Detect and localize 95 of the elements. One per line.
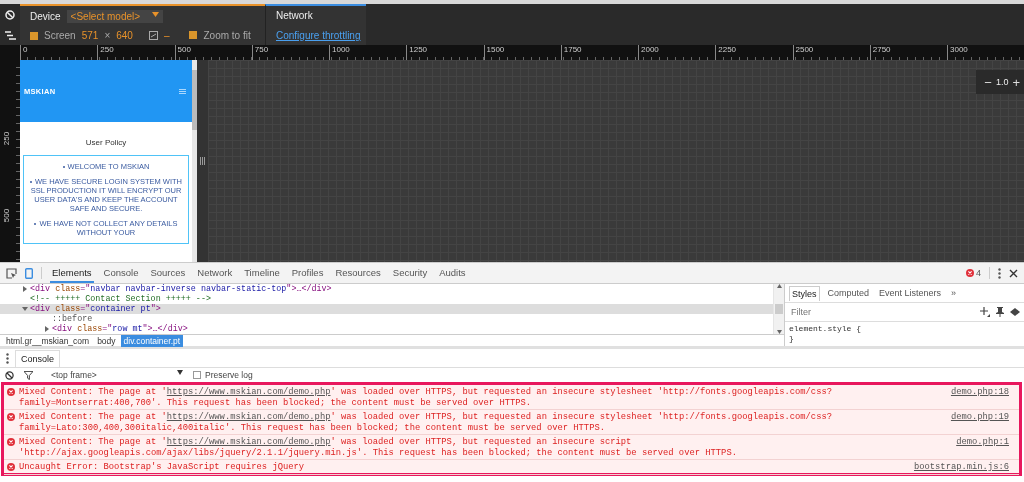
- breadcrumb[interactable]: body: [94, 335, 119, 347]
- checkbox[interactable]: [30, 31, 38, 40]
- ruler-label: 1750: [563, 45, 582, 54]
- scroll-thumb[interactable]: [775, 304, 783, 314]
- more-options-icon[interactable]: [6, 352, 9, 364]
- panel-tab[interactable]: Timeline: [242, 263, 282, 283]
- ruler-label: 500: [177, 45, 191, 54]
- dom-node[interactable]: <div class="navbar navbar-inverse navbar-static-top">…</div>: [30, 284, 332, 294]
- ruler-label: 500: [2, 208, 12, 223]
- scroll-down-icon[interactable]: [776, 330, 782, 334]
- drawer-tab[interactable]: Console: [15, 349, 61, 367]
- more-tabs-button[interactable]: »: [949, 286, 959, 300]
- error-icon: [7, 388, 15, 396]
- dom-node[interactable]: ::before: [52, 314, 93, 324]
- element-state-icon[interactable]: [1010, 308, 1020, 316]
- panel-tab[interactable]: Resources: [333, 263, 383, 283]
- source-link[interactable]: demo.php:19: [927, 412, 1009, 433]
- new-rule-icon[interactable]: [980, 307, 990, 317]
- panel-tab[interactable]: Sources: [148, 263, 188, 283]
- scale-field[interactable]: –: [163, 30, 170, 42]
- ruler-label: 750: [254, 45, 269, 54]
- ruler-label: 2500: [795, 45, 814, 54]
- screen-label: Screen: [44, 30, 76, 42]
- swap-dimensions-icon[interactable]: [148, 31, 158, 41]
- media-queries-icon[interactable]: [4, 30, 16, 40]
- pin-icon[interactable]: [996, 307, 1004, 317]
- zoom-out-button[interactable]: −: [984, 74, 992, 90]
- error-icon: [7, 438, 15, 446]
- device-label: Device: [30, 10, 61, 22]
- console-message: Mixed Content: The page at 'https://www.mskian.com/demo.php' was loaded over HTTPS, but requested an insecure stylesheet 'http://fonts.googleapis.com/css?family=Montserrat:400,700'. This request has been blocked; the content must be served over HTTPS.: [19, 387, 833, 408]
- network-label: Network: [276, 10, 314, 22]
- ruler-label: 250: [2, 131, 12, 146]
- message-link[interactable]: https://www.mskian.com/demo.php: [166, 387, 331, 397]
- sidebar-tab[interactable]: Event Listeners: [877, 286, 944, 300]
- source-link[interactable]: bootstrap.min.js:6: [913, 462, 1009, 473]
- ruler-label: 1250: [409, 45, 428, 54]
- checkbox[interactable]: [189, 31, 198, 40]
- context-select[interactable]: <top frame>: [43, 370, 183, 380]
- ruler-label: 0: [23, 45, 28, 54]
- checkbox[interactable]: [193, 371, 201, 379]
- zoom-in-button[interactable]: +: [1012, 74, 1020, 90]
- scrollbar[interactable]: [192, 60, 197, 262]
- source-link[interactable]: demo.php:18: [927, 387, 1009, 408]
- filter-field[interactable]: Filter: [789, 306, 974, 318]
- panel-tab[interactable]: Audits: [437, 263, 468, 283]
- ruler-label: 2000: [641, 45, 659, 54]
- collapsed-triangle-icon[interactable]: [44, 326, 50, 332]
- breadcrumb[interactable]: html.gr__mskian_com: [3, 335, 93, 347]
- panel-tab[interactable]: Console: [101, 263, 141, 283]
- ruler-label: 250: [100, 45, 114, 54]
- zoom-to-fit-label: Zoom to fit: [203, 30, 251, 42]
- message-link[interactable]: https://www.mskian.com/demo.php: [166, 412, 331, 422]
- collapsed-triangle-icon[interactable]: [22, 286, 28, 292]
- preserve-log-label: Preserve log: [205, 370, 253, 380]
- zoom-value: 1.0: [995, 77, 1009, 87]
- page-heading: User Policy: [84, 138, 128, 147]
- resize-handle[interactable]: [197, 60, 208, 262]
- dom-node[interactable]: <div class="container pt">: [30, 304, 161, 314]
- sidebar-tab[interactable]: Styles: [789, 285, 820, 301]
- error-icon: [7, 463, 15, 471]
- scrollbar[interactable]: [773, 284, 784, 334]
- block-icon[interactable]: [5, 9, 15, 20]
- more-options-icon[interactable]: [998, 267, 1001, 279]
- expanded-triangle-icon[interactable]: [22, 306, 28, 312]
- width-field[interactable]: 571: [81, 30, 99, 42]
- close-icon[interactable]: [1009, 268, 1018, 278]
- error-icon: [7, 413, 15, 421]
- panel-tab[interactable]: Profiles: [289, 263, 326, 283]
- dom-node[interactable]: <!-- +++++ Contact Section +++++ -->: [30, 294, 211, 304]
- console-message: Mixed Content: The page at 'https://www.mskian.com/demo.php' was loaded over HTTPS, but requested an insecure script 'http://ajax.googleapis.com/ajax/libs/jquery/2.1.1/jquery.min.js'. This request has been blocked; the content must be served over HTTPS.: [19, 437, 738, 458]
- ruler-label: 1000: [332, 45, 350, 54]
- ruler-label: 2750: [872, 45, 891, 54]
- message-link[interactable]: https://www.mskian.com/demo.php: [166, 437, 331, 447]
- mobile-device-icon[interactable]: [25, 267, 33, 279]
- console-message: Uncaught Error: Bootstrap's JavaScript requires jQuery: [19, 462, 306, 473]
- sidebar-tab[interactable]: Computed: [825, 286, 872, 300]
- ruler-label: 2250: [718, 45, 737, 54]
- clear-console-icon[interactable]: [5, 370, 14, 380]
- height-field[interactable]: 640: [116, 30, 133, 42]
- error-count[interactable]: 4: [966, 268, 981, 278]
- caret-icon[interactable]: [177, 370, 183, 375]
- source-link[interactable]: demo.php:1: [927, 437, 1009, 458]
- console-message: Mixed Content: The page at 'https://www.mskian.com/demo.php' was loaded over HTTPS, but requested an insecure stylesheet 'http://fonts.googleapis.com/css?family=Lato:300,400,300italic,400italic'. This request has been blocked; the content must be served over HTTPS.: [19, 412, 833, 433]
- panel-tab[interactable]: Network: [195, 263, 235, 283]
- inspect-icon[interactable]: [6, 267, 17, 279]
- panel-tab[interactable]: Security: [390, 263, 430, 283]
- model-select[interactable]: <Select model>: [66, 9, 163, 23]
- times-sign: ×: [104, 30, 111, 42]
- dom-node[interactable]: <div class="row mt">…</div>: [52, 324, 188, 334]
- style-rule: element.style { }: [788, 323, 862, 345]
- error-icon: [966, 269, 974, 277]
- filter-icon[interactable]: [24, 370, 33, 380]
- panel-tab[interactable]: Elements: [50, 263, 94, 283]
- ruler-label: 1500: [486, 45, 505, 54]
- ruler-label: 3000: [950, 45, 968, 54]
